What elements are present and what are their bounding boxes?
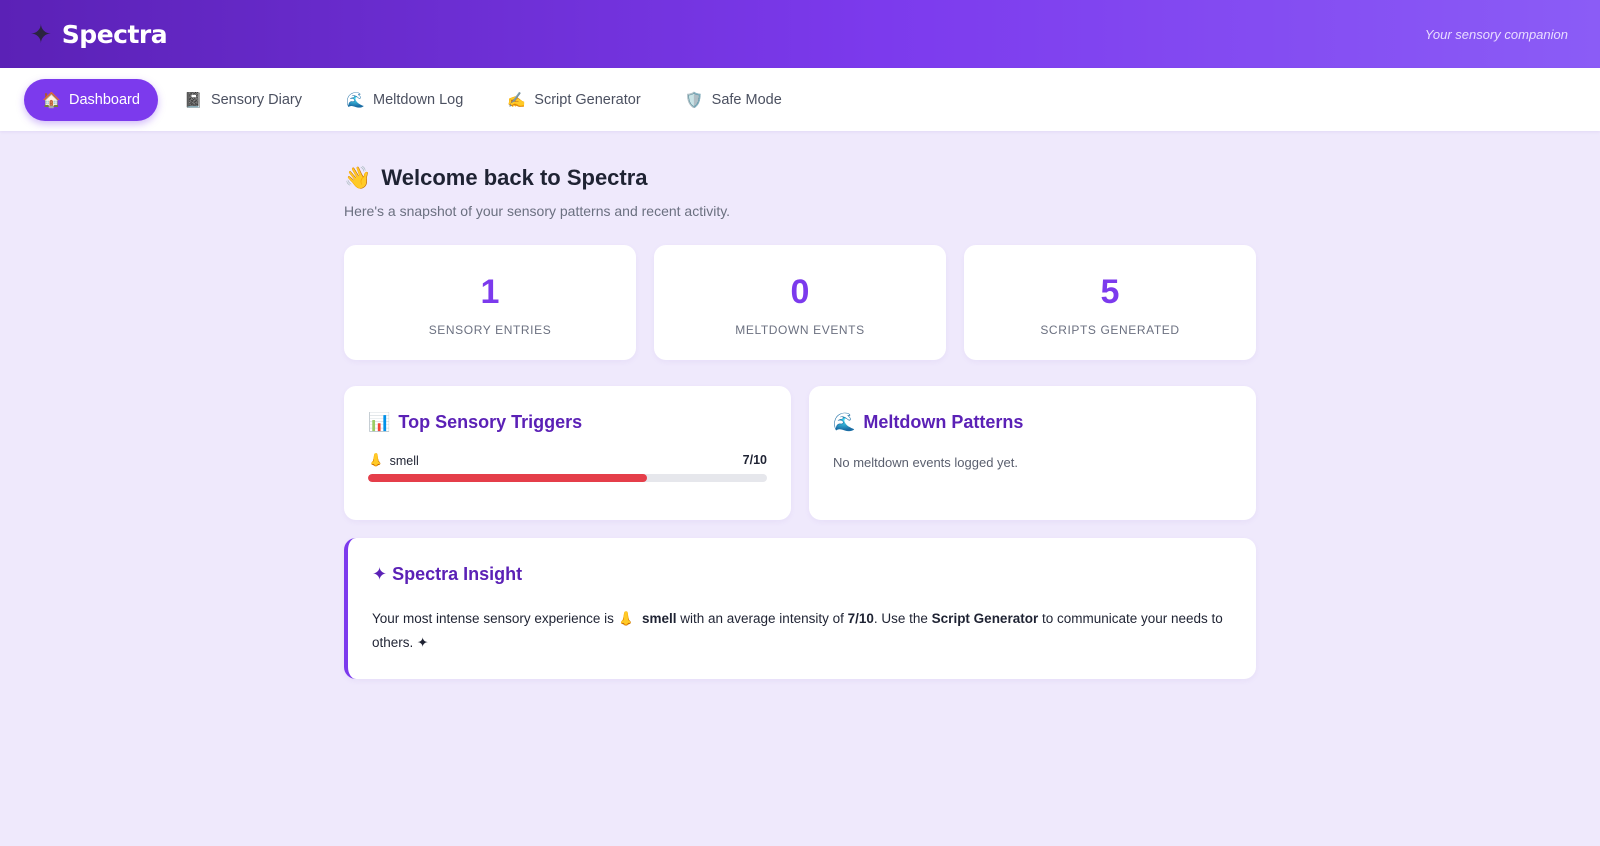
welcome-heading: 👋 Welcome back to Spectra — [344, 165, 1256, 191]
insight-text-part: with an average intensity of — [676, 611, 848, 626]
nav-item-label: Sensory Diary — [210, 91, 302, 108]
waving-hand-icon: 👋 — [344, 165, 372, 190]
stat-label: SENSORY ENTRIES — [428, 322, 552, 337]
writing-hand-icon: ✍️ — [507, 91, 526, 109]
nav-item-label: Script Generator — [534, 91, 641, 108]
tagline: Your sensory companion — [1424, 26, 1568, 42]
stat-value: 0 — [790, 272, 810, 311]
insight-card: ✦ Spectra Insight Your most intense sens… — [344, 538, 1256, 679]
nav-item-label: Dashboard — [69, 91, 140, 108]
sparkle-icon: ✦ — [30, 19, 52, 49]
stat-card-sensory-entries: 1 SENSORY ENTRIES — [344, 245, 636, 360]
wave-icon: 🌊 — [833, 412, 856, 432]
shield-icon: 🛡️ — [684, 91, 704, 109]
insight-title: ✦ Spectra Insight — [372, 564, 523, 584]
nav-item-safe-mode[interactable]: 🛡️ Safe Mode — [667, 79, 800, 121]
main-nav: 🏠 Dashboard 📓 Sensory Diary 🌊 Meltdown L… — [0, 68, 1600, 131]
wave-icon: 🌊 — [346, 91, 365, 109]
brand[interactable]: ✦ Spectra — [30, 19, 168, 49]
nav-item-label: Meltdown Log — [373, 91, 464, 108]
nav-item-dashboard[interactable]: 🏠 Dashboard — [24, 78, 158, 121]
nose-icon: 👃 — [368, 453, 384, 467]
trigger-progress-track — [368, 474, 767, 482]
trigger-progress-fill — [368, 474, 648, 482]
nose-icon: 👃 — [617, 611, 635, 626]
trigger-item: 👃 smell 7/10 — [368, 453, 767, 468]
card-title-text: Meltdown Patterns — [863, 412, 1024, 432]
empty-state-text: No meltdown events logged yet. — [833, 455, 1018, 470]
insight-text-part: Your most intense sensory experience is — [372, 611, 618, 626]
card-title: 🌊 Meltdown Patterns — [833, 412, 1232, 433]
notebook-icon: 📓 — [183, 91, 203, 109]
nav-item-script-generator[interactable]: ✍️ Script Generator — [489, 79, 658, 121]
nav-item-label: Safe Mode — [711, 91, 782, 108]
top-triggers-card: 📊 Top Sensory Triggers 👃 smell 7/10 — [344, 386, 791, 520]
trigger-score: 7/10 — [742, 453, 767, 467]
card-title-text: Top Sensory Triggers — [398, 412, 583, 432]
app-header: ✦ Spectra Your sensory companion — [0, 0, 1600, 68]
nav-item-sensory-diary[interactable]: 📓 Sensory Diary — [166, 79, 320, 121]
page-subtitle: Here's a snapshot of your sensory patter… — [344, 203, 731, 219]
stat-value: 5 — [1100, 272, 1120, 311]
trigger-name: 👃 smell — [368, 453, 419, 468]
trigger-label: smell — [389, 453, 419, 468]
bar-chart-icon: 📊 — [368, 412, 391, 432]
brand-name: Spectra — [61, 19, 168, 49]
insight-trigger: smell — [641, 611, 677, 626]
stat-value: 1 — [480, 272, 500, 311]
insight-text: Your most intense sensory experience is … — [372, 607, 1232, 655]
insight-intensity: 7/10 — [847, 611, 874, 626]
stat-label: SCRIPTS GENERATED — [1040, 322, 1180, 337]
insight-text-part: . Use the — [873, 611, 932, 626]
insight-tool: Script Generator — [931, 611, 1039, 626]
nav-item-meltdown-log[interactable]: 🌊 Meltdown Log — [328, 79, 481, 121]
cards-row: 📊 Top Sensory Triggers 👃 smell 7/10 🌊 Me… — [344, 386, 1256, 520]
dashboard-main: 👋 Welcome back to Spectra Here's a snaps… — [344, 131, 1256, 679]
house-icon: 🏠 — [42, 91, 61, 109]
stats-row: 1 SENSORY ENTRIES 0 MELTDOWN EVENTS 5 SC… — [344, 245, 1256, 360]
card-title: 📊 Top Sensory Triggers — [368, 412, 767, 433]
stat-label: MELTDOWN EVENTS — [735, 322, 865, 337]
meltdown-patterns-card: 🌊 Meltdown Patterns No meltdown events l… — [809, 386, 1256, 520]
stat-card-meltdown-events: 0 MELTDOWN EVENTS — [654, 245, 946, 360]
page-title: Welcome back to Spectra — [381, 165, 648, 190]
stat-card-scripts-generated: 5 SCRIPTS GENERATED — [964, 245, 1256, 360]
